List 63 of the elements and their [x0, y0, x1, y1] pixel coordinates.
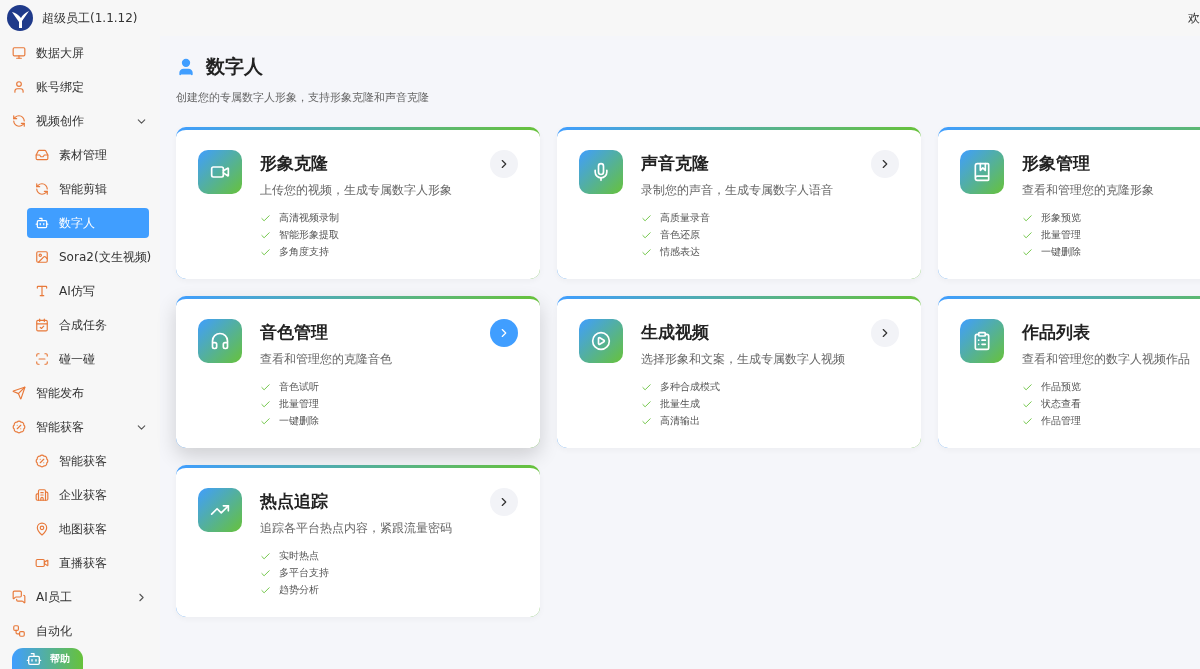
sidebar-item[interactable]: 智能获客	[27, 446, 149, 476]
app-title: 超级员工(1.1.12)	[42, 9, 139, 27]
feature-text: 智能形象提取	[279, 229, 339, 242]
feature-card[interactable]: 生成视频 选择形象和文案，生成专属数字人视频 多种合成模式 批量生成 高清输出	[557, 296, 921, 448]
sidebar-item[interactable]: 直播获客	[27, 548, 149, 578]
card-description: 选择形象和文案，生成专属数字人视频	[641, 352, 846, 367]
page-title: 数字人	[206, 54, 263, 79]
page-subtitle: 创建您的专属数字人形象，支持形象克隆和声音克隆	[176, 90, 430, 105]
card-description: 查看和管理您的克隆形象	[1022, 183, 1155, 198]
feature-text: 批量生成	[660, 398, 700, 411]
greeting-text: 欢	[1188, 9, 1200, 27]
feature-text: 状态查看	[1041, 398, 1081, 411]
feature-text: 作品预览	[1041, 381, 1081, 394]
feature-text: 趋势分析	[279, 584, 319, 597]
sidebar-item[interactable]: 智能获客	[10, 412, 150, 442]
feature-text: 高质量录音	[660, 212, 710, 225]
sidebar-item[interactable]: AI仿写	[27, 276, 149, 306]
sidebar-item[interactable]: 账号绑定	[10, 72, 150, 102]
feature-card[interactable]: 音色管理 查看和管理您的克隆音色 音色试听 批量管理 一键删除	[176, 296, 540, 448]
card-title: 热点追踪	[260, 490, 328, 513]
feature-card[interactable]: 形象克隆 上传您的视频，生成专属数字人形象 高清视频录制 智能形象提取 多角度支持	[176, 127, 540, 279]
feature-text: 一键删除	[279, 415, 319, 428]
sidebar-item[interactable]: 智能发布	[10, 378, 150, 408]
card-description: 查看和管理您的克隆音色	[260, 352, 393, 367]
feature-text: 批量管理	[1041, 229, 1081, 242]
feature-card[interactable]: 声音克隆 录制您的声音，生成专属数字人语音 高质量录音 音色还原 情感表达	[557, 127, 921, 279]
feature-text: 作品管理	[1041, 415, 1081, 428]
card-title: 作品列表	[1022, 321, 1090, 344]
sidebar-item[interactable]: 智能剪辑	[27, 174, 149, 204]
sidebar-item[interactable]: 企业获客	[27, 480, 149, 510]
card-description: 上传您的视频，生成专属数字人形象	[260, 183, 453, 198]
feature-text: 批量管理	[279, 398, 319, 411]
feature-text: 音色试听	[279, 381, 319, 394]
card-title: 生成视频	[641, 321, 709, 344]
card-title: 形象克隆	[260, 152, 328, 175]
feature-text: 实时热点	[279, 550, 319, 563]
sidebar-item[interactable]: AI员工	[10, 582, 150, 612]
feature-text: 多种合成模式	[660, 381, 720, 394]
feature-text: 高清视频录制	[279, 212, 339, 225]
feature-text: 一键删除	[1041, 246, 1081, 259]
feature-card[interactable]: 热点追踪 追踪各平台热点内容，紧跟流量密码 实时热点 多平台支持 趋势分析	[176, 465, 540, 617]
card-description: 查看和管理您的数字人视频作品	[1022, 352, 1191, 367]
feature-text: 情感表达	[660, 246, 700, 259]
feature-text: 形象预览	[1041, 212, 1081, 225]
sidebar-item[interactable]: 数据大屏	[10, 38, 150, 68]
feature-text: 高清输出	[660, 415, 700, 428]
sidebar-item[interactable]: 地图获客	[27, 514, 149, 544]
sidebar-item[interactable]: 视频创作	[10, 106, 150, 136]
sidebar-item[interactable]: 自动化	[10, 616, 150, 646]
feature-text: 多角度支持	[279, 246, 329, 259]
card-title: 音色管理	[260, 321, 328, 344]
sidebar-item[interactable]: 素材管理	[27, 140, 149, 170]
sidebar-item[interactable]: Sora2(文生视频)	[27, 242, 149, 272]
sidebar-item[interactable]: 合成任务	[27, 310, 149, 340]
card-title: 形象管理	[1022, 152, 1090, 175]
feature-text: 多平台支持	[279, 567, 329, 580]
card-description: 追踪各平台热点内容，紧跟流量密码	[260, 521, 453, 536]
feature-card[interactable]: 形象管理 查看和管理您的克隆形象 形象预览 批量管理 一键删除	[938, 127, 1200, 279]
card-description: 录制您的声音，生成专属数字人语音	[641, 183, 834, 198]
sidebar-item[interactable]: 碰一碰	[27, 344, 149, 374]
feature-text: 音色还原	[660, 229, 700, 242]
card-title: 声音克隆	[641, 152, 709, 175]
feature-card[interactable]: 作品列表 查看和管理您的数字人视频作品 作品预览 状态查看 作品管理	[938, 296, 1200, 448]
